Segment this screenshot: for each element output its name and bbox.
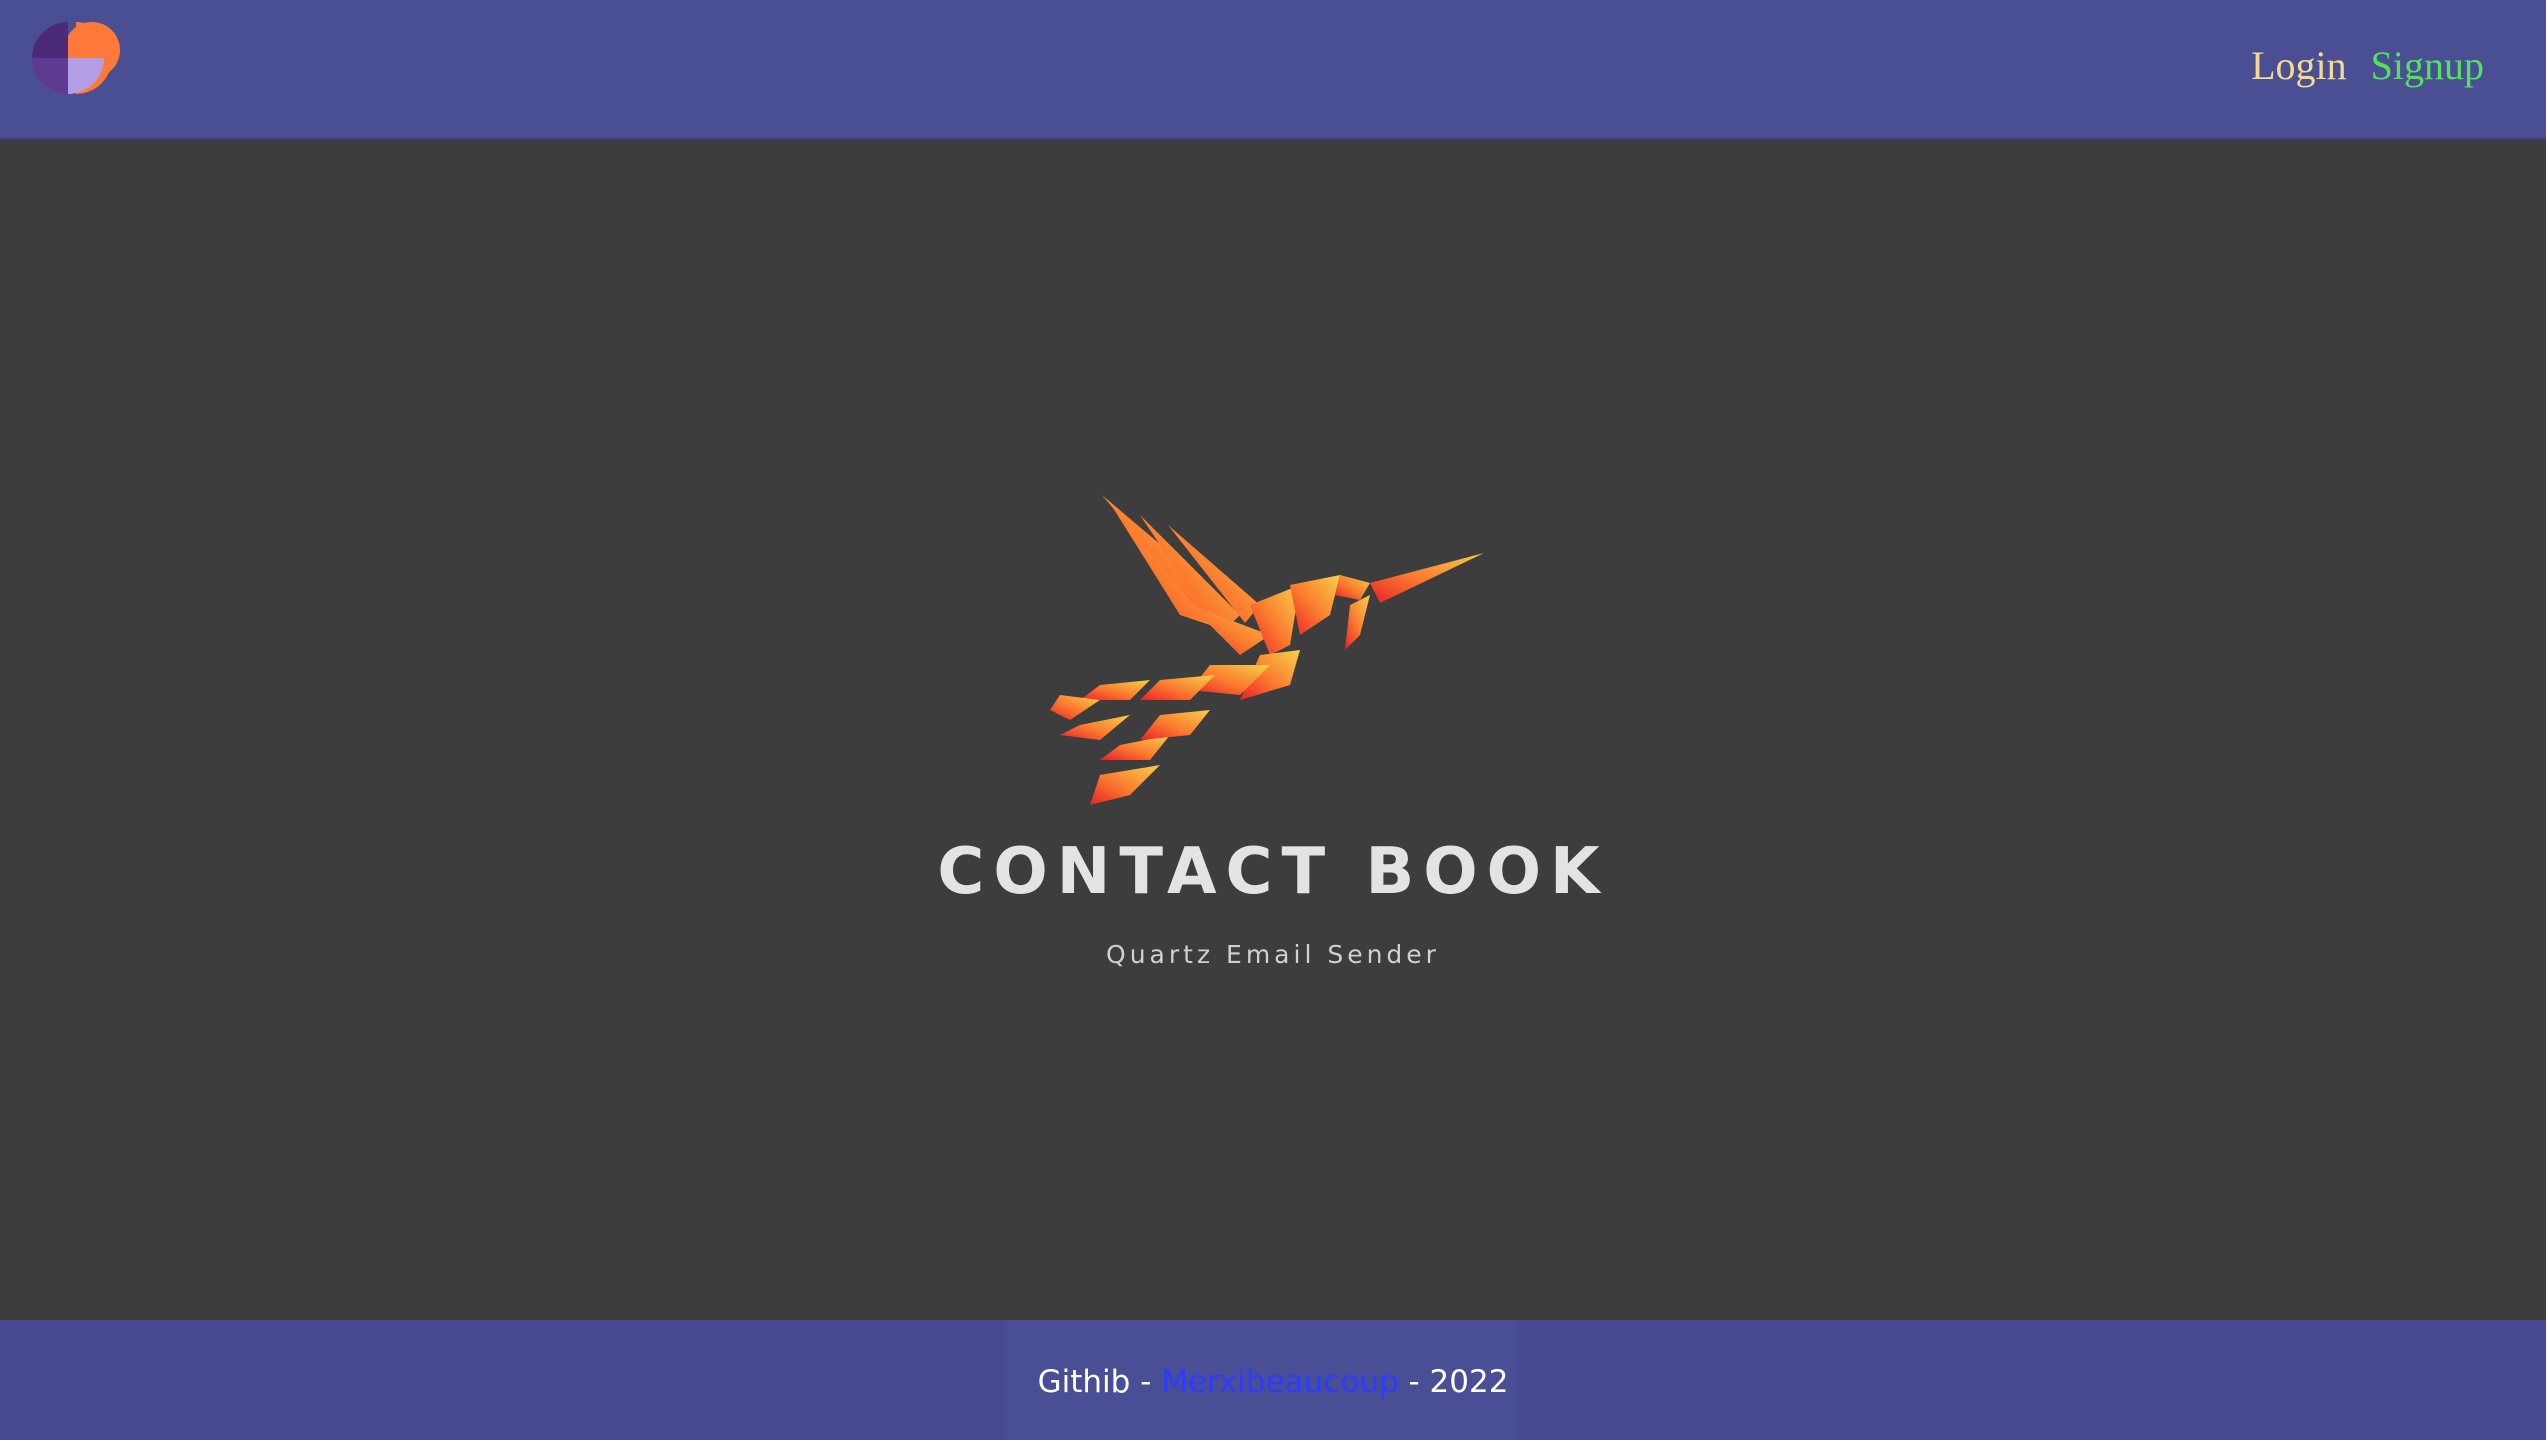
footer: Githib - Merxibeaucoup - 2022: [0, 1320, 2546, 1440]
hero-subtitle: Quartz Email Sender: [1106, 940, 1440, 969]
top-navbar: Login Signup: [0, 0, 2546, 140]
app-logo-icon[interactable]: [28, 18, 124, 114]
signup-link[interactable]: Signup: [2371, 42, 2484, 89]
footer-prefix: Githib -: [1037, 1364, 1162, 1400]
footer-text: Githib - Merxibeaucoup - 2022: [0, 1364, 2546, 1400]
hero-title: CONTACT BOOK: [937, 835, 1609, 909]
login-link[interactable]: Login: [2251, 42, 2347, 89]
hummingbird-icon: [1050, 495, 1484, 805]
footer-suffix: - 2022: [1398, 1364, 1509, 1400]
github-link[interactable]: Merxibeaucoup: [1161, 1364, 1398, 1400]
auth-links: Login Signup: [2251, 42, 2484, 89]
